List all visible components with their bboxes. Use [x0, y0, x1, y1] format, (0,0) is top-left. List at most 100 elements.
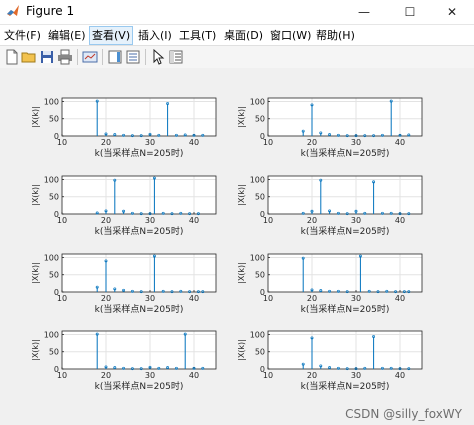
x-tick-label: 40: [395, 216, 405, 225]
x-tick-label: 40: [395, 138, 405, 147]
close-button[interactable]: ✕: [430, 0, 474, 24]
menu-help[interactable]: 帮助(H): [314, 27, 357, 44]
y-tick-label: 100: [250, 175, 265, 184]
subplot-6: 10 20 30 40050100k(当采样点N=205时)|X(k)|: [237, 253, 423, 315]
maximize-button[interactable]: ☐: [388, 0, 432, 24]
menu-edit[interactable]: 编辑(E): [46, 27, 88, 44]
watermark: CSDN @silly_foxWY: [345, 407, 462, 421]
x-tick-label: 40: [189, 138, 199, 147]
insert-colorbar-icon[interactable]: [107, 49, 123, 65]
y-tick-label: 100: [44, 253, 59, 262]
y-tick-label: 100: [250, 253, 265, 262]
x-tick-label: 20: [307, 371, 317, 380]
x-axis-label: k(当采样点N=205时): [95, 303, 184, 315]
property-inspector-icon[interactable]: [168, 49, 184, 65]
y-tick-label: 0: [54, 288, 59, 297]
toolbar: [0, 45, 474, 69]
y-axis-label: |X(k)|: [31, 262, 40, 284]
axes-background: [62, 98, 216, 136]
subplot-grid: 10 20 30 40050100k(当采样点N=205时)|X(k)|10 20 30 4…: [31, 97, 423, 392]
toolbar-separator: [77, 49, 78, 65]
axes-background: [62, 176, 216, 214]
new-figure-icon[interactable]: [4, 49, 20, 65]
subplot-3: 10 20 30 40050100k(当采样点N=205时)|X(k)|: [31, 175, 217, 237]
y-tick-label: 50: [49, 193, 59, 202]
link-plot-icon[interactable]: [82, 49, 98, 65]
axes-background: [268, 98, 422, 136]
menu-tools[interactable]: 工具(T): [177, 27, 218, 44]
y-tick-label: 100: [44, 175, 59, 184]
axes-background: [268, 176, 422, 214]
y-axis-label: |X(k)|: [237, 106, 246, 128]
menu-desktop[interactable]: 桌面(D): [222, 27, 265, 44]
x-tick-label: 30: [145, 216, 155, 225]
x-axis-label: k(当采样点N=205时): [301, 380, 390, 392]
subplot-4: 10 20 30 40050100k(当采样点N=205时)|X(k)|: [237, 175, 423, 237]
y-axis-label: |X(k)|: [237, 339, 246, 361]
menu-file[interactable]: 文件(F): [2, 27, 43, 44]
toolbar-separator: [102, 49, 103, 65]
x-axis-label: k(当采样点N=205时): [301, 303, 390, 315]
x-axis-label: k(当采样点N=205时): [95, 380, 184, 392]
y-tick-label: 100: [250, 330, 265, 339]
menu-window[interactable]: 窗口(W): [268, 27, 313, 44]
subplot-2: 10 20 30 40050100k(当采样点N=205时)|X(k)|: [237, 97, 423, 159]
x-axis-label: k(当采样点N=205时): [301, 225, 390, 237]
x-tick-label: 20: [307, 216, 317, 225]
x-tick-label: 40: [395, 371, 405, 380]
y-tick-label: 0: [260, 210, 265, 219]
menu-bar: 文件(F) 编辑(E) 查看(V) 插入(I) 工具(T) 桌面(D) 窗口(W…: [0, 25, 474, 45]
subplot-1: 10 20 30 40050100k(当采样点N=205时)|X(k)|: [31, 97, 217, 159]
subplot-8: 10 20 30 40050100k(当采样点N=205时)|X(k)|: [237, 330, 423, 392]
axes-background: [268, 254, 422, 292]
menu-view[interactable]: 查看(V): [89, 26, 134, 45]
x-tick-label: 40: [189, 216, 199, 225]
x-tick-label: 40: [189, 294, 199, 303]
x-tick-label: 20: [307, 138, 317, 147]
menu-insert[interactable]: 插入(I): [136, 27, 174, 44]
toolbar-separator: [145, 49, 146, 65]
y-tick-label: 0: [260, 132, 265, 141]
x-tick-label: 30: [145, 294, 155, 303]
y-tick-label: 0: [260, 288, 265, 297]
print-icon[interactable]: [57, 49, 73, 65]
x-tick-label: 20: [101, 138, 111, 147]
x-axis-label: k(当采样点N=205时): [301, 147, 390, 159]
x-tick-label: 40: [189, 371, 199, 380]
y-axis-label: |X(k)|: [31, 339, 40, 361]
x-tick-label: 30: [351, 371, 361, 380]
y-axis-label: |X(k)|: [237, 262, 246, 284]
y-tick-label: 50: [49, 271, 59, 280]
y-axis-label: |X(k)|: [31, 106, 40, 128]
x-tick-label: 30: [351, 138, 361, 147]
subplot-7: 10 20 30 40050100k(当采样点N=205时)|X(k)|: [31, 330, 217, 392]
y-tick-label: 50: [255, 271, 265, 280]
y-tick-label: 0: [54, 365, 59, 374]
x-tick-label: 40: [395, 294, 405, 303]
y-tick-label: 0: [54, 210, 59, 219]
y-tick-label: 100: [44, 97, 59, 106]
x-tick-label: 30: [351, 294, 361, 303]
insert-legend-icon[interactable]: [125, 49, 141, 65]
y-tick-label: 100: [250, 97, 265, 106]
pointer-icon[interactable]: [150, 49, 166, 65]
y-axis-label: |X(k)|: [31, 184, 40, 206]
y-tick-label: 100: [44, 330, 59, 339]
x-tick-label: 30: [145, 371, 155, 380]
y-tick-label: 0: [54, 132, 59, 141]
save-icon[interactable]: [39, 49, 55, 65]
axes-background: [62, 331, 216, 369]
matlab-icon: [7, 5, 19, 16]
x-tick-label: 20: [101, 216, 111, 225]
open-icon[interactable]: [21, 49, 37, 65]
axes-background: [268, 331, 422, 369]
minimize-button[interactable]: —: [342, 0, 386, 24]
x-axis-label: k(当采样点N=205时): [95, 225, 184, 237]
x-tick-label: 20: [101, 294, 111, 303]
x-tick-label: 30: [145, 138, 155, 147]
y-tick-label: 50: [49, 115, 59, 124]
axes-background: [62, 254, 216, 292]
y-axis-label: |X(k)|: [237, 184, 246, 206]
window-title: Figure 1: [26, 4, 75, 18]
x-tick-label: 20: [101, 371, 111, 380]
